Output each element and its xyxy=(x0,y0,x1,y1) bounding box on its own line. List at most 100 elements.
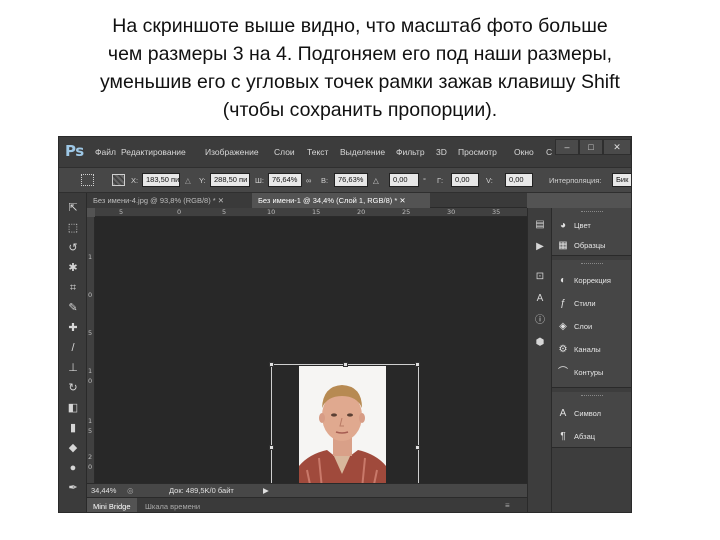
y-field[interactable]: 288,50 пи xyxy=(210,173,250,187)
vertical-ruler: 1 0 5 1 0 1 5 2 0 xyxy=(87,217,95,483)
interpolation-label: Интерполяция: xyxy=(549,176,602,185)
menu-select[interactable]: Выделение xyxy=(340,147,385,157)
ruler-tick-label: 1 xyxy=(88,253,93,261)
eraser-tool-icon[interactable]: ◧ xyxy=(66,401,80,415)
height-field[interactable]: 76,63% xyxy=(334,173,368,187)
tab-timeline[interactable]: Шкала времени xyxy=(139,498,206,512)
panels-dock: ◕ Цвет ▦ Образцы ◐ Коррекция ƒ Стили ◈ Слои ⚙… xyxy=(551,208,631,512)
menu-view[interactable]: Просмотр xyxy=(458,147,497,157)
eyedropper-tool-icon[interactable]: ✎ xyxy=(66,301,80,315)
x-field[interactable]: 183,50 пи xyxy=(142,173,180,187)
history-icon[interactable]: ▤ xyxy=(533,218,547,232)
link-icon[interactable]: ∞ xyxy=(306,176,311,185)
grip[interactable] xyxy=(581,263,603,265)
tab-mini-bridge[interactable]: Mini Bridge xyxy=(87,498,137,512)
zoom-level[interactable]: 34,44% xyxy=(91,486,116,495)
ruler-tick-label: 0 xyxy=(88,291,93,299)
crop-tool-icon[interactable]: ⌗ xyxy=(66,281,80,295)
blur-tool-icon[interactable]: ◆ xyxy=(66,441,80,455)
grip[interactable] xyxy=(581,395,603,397)
v-skew-label: V: xyxy=(486,176,493,185)
history-brush-tool-icon[interactable]: ↻ xyxy=(66,381,80,395)
ruler-tick-label: 5 xyxy=(119,208,124,216)
width-label: Ш: xyxy=(255,176,264,185)
menu-window[interactable]: Окно xyxy=(514,147,534,157)
panel-layers[interactable]: ◈ Слои xyxy=(557,318,592,334)
handle-middle-left[interactable] xyxy=(269,445,274,450)
zoom-icon[interactable]: ◎ xyxy=(127,486,134,495)
3d-icon[interactable]: ⬢ xyxy=(533,336,547,350)
width-field[interactable]: 76,64% xyxy=(268,173,302,187)
handle-middle-right[interactable] xyxy=(415,445,420,450)
ruler-tick-label: 5 xyxy=(88,329,93,337)
v-skew-field[interactable]: 0,00 xyxy=(505,173,533,187)
ruler-tick-label: 0 xyxy=(88,463,93,471)
panel-styles[interactable]: ƒ Стили xyxy=(557,295,595,311)
brush-tool-icon[interactable]: / xyxy=(66,341,80,355)
ruler-tick-label: 0 xyxy=(177,208,182,216)
h-skew-label: Г: xyxy=(437,176,444,185)
menu-file[interactable]: Файл xyxy=(95,147,116,157)
info-icon[interactable]: ⓘ xyxy=(533,314,547,328)
grip[interactable] xyxy=(581,211,603,213)
tab-document-1[interactable]: Без имени-1 @ 34,4% (Слой 1, RGB/8) * ✕ xyxy=(252,193,430,208)
marquee-tool-icon[interactable]: ⬚ xyxy=(66,221,80,235)
stamp-tool-icon[interactable]: ⊥ xyxy=(66,361,80,375)
angle-field[interactable]: 0,00 xyxy=(389,173,419,187)
gradient-tool-icon[interactable]: ▮ xyxy=(66,421,80,435)
delta-icon: △ xyxy=(185,176,191,185)
document-size: Док: 489,5K/0 байт xyxy=(169,486,234,495)
swatches-icon: ▦ xyxy=(558,239,568,251)
ruler-tick-label: 30 xyxy=(447,208,456,216)
reference-point-icon[interactable] xyxy=(112,174,125,186)
type-panel-icon[interactable]: A xyxy=(533,292,547,306)
menu-type[interactable]: Текст xyxy=(307,147,328,157)
magic-wand-tool-icon[interactable]: ✱ xyxy=(66,261,80,275)
maximize-button[interactable]: □ xyxy=(579,139,603,155)
close-button[interactable]: ✕ xyxy=(603,139,631,155)
pen-tool-icon[interactable]: ✒ xyxy=(66,481,80,495)
dodge-tool-icon[interactable]: ● xyxy=(66,461,80,475)
menu-bar: Ps Файл Редактирование Изображение Слои … xyxy=(59,137,631,167)
menu-help[interactable]: С xyxy=(546,147,552,157)
h-skew-field[interactable]: 0,00 xyxy=(451,173,479,187)
ruler-tick-label: 1 xyxy=(88,417,93,425)
healing-brush-tool-icon[interactable]: ✚ xyxy=(66,321,80,335)
status-bar: 34,44% ◎ Док: 489,5K/0 байт ▶ xyxy=(87,483,527,497)
ruler-tick-label: 5 xyxy=(88,427,93,435)
ruler-tick-label: 35 xyxy=(492,208,501,216)
panel-paths[interactable]: ⌒ Контуры xyxy=(557,364,603,380)
panel-character[interactable]: A Символ xyxy=(557,405,601,421)
handle-top-right[interactable] xyxy=(415,362,420,367)
panel-color[interactable]: ◕ Цвет xyxy=(557,217,591,233)
tab-document-4[interactable]: Без имени-4.jpg @ 93,8% (RGB/8) * ✕ xyxy=(87,193,252,208)
transform-tool-icon[interactable] xyxy=(81,174,94,186)
status-menu-arrow-icon[interactable]: ▶ xyxy=(263,486,269,495)
panel-group-type: A Символ ¶ Абзац xyxy=(552,392,631,448)
panel-label: Цвет xyxy=(574,221,591,231)
minimize-button[interactable]: – xyxy=(555,139,579,155)
menu-image[interactable]: Изображение xyxy=(205,147,259,157)
lasso-tool-icon[interactable]: ↺ xyxy=(66,241,80,255)
panel-channels[interactable]: ⚙ Каналы xyxy=(557,341,601,357)
actions-icon[interactable]: ▶ xyxy=(533,240,547,254)
panel-swatches[interactable]: ▦ Образцы xyxy=(557,237,605,253)
horizontal-ruler: 5 0 5 10 15 20 25 30 35 xyxy=(95,208,527,217)
panel-paragraph[interactable]: ¶ Абзац xyxy=(557,428,595,444)
properties-icon[interactable]: ⊡ xyxy=(533,270,547,284)
handle-top-center[interactable] xyxy=(343,362,348,367)
menu-filter[interactable]: Фильтр xyxy=(396,147,425,157)
panel-menu-icon[interactable]: ≡ xyxy=(505,501,510,510)
menu-edit[interactable]: Редактирование xyxy=(121,147,186,157)
document-canvas[interactable] xyxy=(95,217,527,512)
handle-top-left[interactable] xyxy=(269,362,274,367)
paths-icon: ⌒ xyxy=(558,366,568,378)
panel-label: Абзац xyxy=(574,432,596,442)
menu-3d[interactable]: 3D xyxy=(436,147,447,157)
adjustments-icon: ◐ xyxy=(559,274,567,286)
interpolation-select[interactable]: Бик xyxy=(612,173,631,187)
menu-layers[interactable]: Слои xyxy=(274,147,295,157)
panel-adjustments[interactable]: ◐ Коррекция xyxy=(557,272,611,288)
ruler-tick-label: 15 xyxy=(312,208,321,216)
move-tool-icon[interactable]: ⇱ xyxy=(66,201,80,215)
